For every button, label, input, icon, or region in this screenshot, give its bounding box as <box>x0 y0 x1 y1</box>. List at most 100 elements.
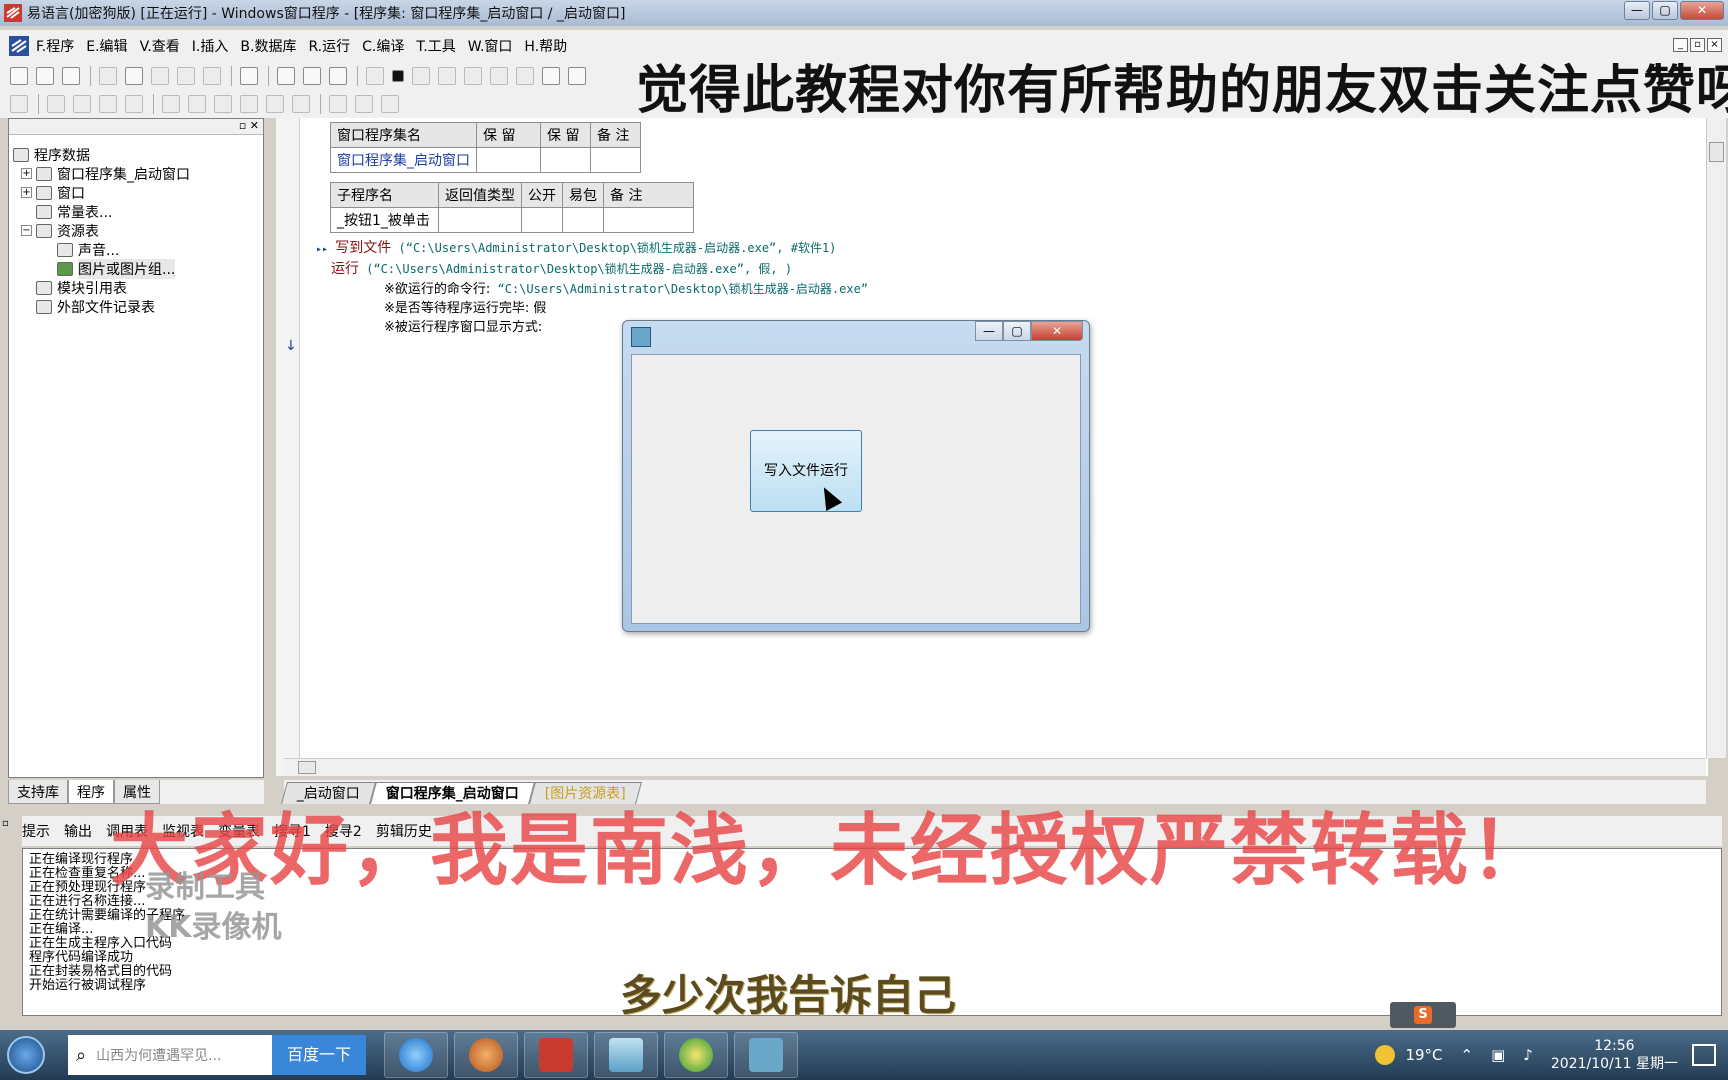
menu-app-icon[interactable] <box>8 35 30 57</box>
undo-icon[interactable] <box>203 67 221 85</box>
taskbar-app-ie[interactable] <box>384 1032 448 1078</box>
tab-program[interactable]: 程序 <box>68 780 114 804</box>
tree-item-pictures[interactable]: 图片或图片组... <box>13 258 190 279</box>
copy-icon[interactable] <box>125 67 143 85</box>
save-icon[interactable] <box>62 67 80 85</box>
table-cell[interactable] <box>540 147 591 173</box>
expand-icon[interactable]: + <box>21 187 32 198</box>
binoculars-icon[interactable] <box>568 67 586 85</box>
cut-icon[interactable] <box>99 67 117 85</box>
table-row[interactable]: 窗口程序集_启动窗口 <box>330 147 641 173</box>
align-top-icon[interactable] <box>99 95 117 113</box>
menu-window[interactable]: W.窗口 <box>468 36 513 56</box>
open-folder-icon[interactable] <box>36 67 54 85</box>
table-cell[interactable]: _按钮1_被单击 <box>330 207 439 233</box>
scroll-thumb[interactable] <box>1709 142 1724 162</box>
write-file-run-button[interactable]: 写入文件运行 <box>750 430 862 512</box>
table-cell[interactable] <box>521 207 563 233</box>
volume-icon[interactable]: ♪ <box>1523 1046 1533 1064</box>
size-both-icon[interactable] <box>381 95 399 113</box>
center-h-icon[interactable] <box>162 95 180 113</box>
dialog-maximize-button[interactable]: ▢ <box>1003 321 1031 341</box>
dialog-close-button[interactable]: ✕ <box>1031 321 1083 341</box>
temperature[interactable]: 19°C <box>1405 1046 1442 1064</box>
center-v-icon[interactable] <box>188 95 206 113</box>
run-icon[interactable] <box>366 67 384 85</box>
align-left-icon[interactable] <box>47 95 65 113</box>
ime-toolbar[interactable]: S <box>1390 1002 1456 1028</box>
collapse-icon[interactable]: − <box>21 225 32 236</box>
redo-icon[interactable] <box>177 67 195 85</box>
tree-root[interactable]: 程序数据 <box>13 145 190 164</box>
menu-program[interactable]: F.程序 <box>36 36 74 56</box>
taskbar-search-box[interactable]: ⌕ 山西为何遭遇罕见... <box>68 1035 272 1075</box>
pin-icon[interactable]: ▫ <box>2 818 16 842</box>
horizontal-scrollbar[interactable] <box>284 758 1706 776</box>
layout-1-icon[interactable] <box>277 67 295 85</box>
space-v-icon[interactable] <box>292 95 310 113</box>
panel-buttons[interactable]: ▫ ✕ <box>239 119 259 132</box>
size-h-icon[interactable] <box>329 95 347 113</box>
find-icon[interactable] <box>240 67 258 85</box>
tab-output[interactable]: 输出 <box>64 821 92 841</box>
tray-expand-icon[interactable]: ⌃ <box>1461 1046 1474 1064</box>
notifications-icon[interactable] <box>1692 1044 1716 1066</box>
tab-support-library[interactable]: 支持库 <box>8 780 68 804</box>
code-line-2[interactable]: 运行 (“C:\Users\Administrator\Desktop\锁机生成… <box>331 258 792 278</box>
table-cell[interactable] <box>603 207 694 233</box>
tree-item-window[interactable]: + 窗口 <box>13 183 190 202</box>
tree-item-constants[interactable]: 常量表... <box>13 202 190 221</box>
layout-2-icon[interactable] <box>303 67 321 85</box>
stop-icon[interactable] <box>392 70 404 82</box>
table-cell[interactable] <box>590 147 641 173</box>
tree-item-module-refs[interactable]: 模块引用表 <box>13 278 190 297</box>
new-file-icon[interactable] <box>10 67 28 85</box>
vertical-scrollbar[interactable] <box>1706 118 1726 758</box>
hand-icon[interactable] <box>542 67 560 85</box>
step-over-icon[interactable] <box>464 67 482 85</box>
minimize-button[interactable]: — <box>1624 1 1650 20</box>
baidu-search-button[interactable]: 百度一下 <box>272 1035 366 1075</box>
menu-insert[interactable]: I.插入 <box>192 36 229 56</box>
tree-item-sound[interactable]: 声音... <box>13 240 190 259</box>
tree-item-resources[interactable]: − 资源表 <box>13 221 190 240</box>
menu-compile[interactable]: C.编译 <box>362 36 404 56</box>
table-row[interactable]: _按钮1_被单击 <box>330 207 694 233</box>
layout-3-icon[interactable] <box>329 67 347 85</box>
menu-help[interactable]: H.帮助 <box>524 36 567 56</box>
sogou-ime-icon[interactable]: S <box>1414 1006 1432 1024</box>
align-bottom-icon[interactable] <box>125 95 143 113</box>
space-h-icon[interactable] <box>266 95 284 113</box>
network-icon[interactable]: ▣ <box>1491 1046 1505 1064</box>
clock[interactable]: 12:56 2021/10/11 星期一 <box>1551 1037 1678 1073</box>
menu-view[interactable]: V.查看 <box>140 36 180 56</box>
same-height-icon[interactable] <box>240 95 258 113</box>
step-into-icon[interactable] <box>438 67 456 85</box>
taskbar-app-running[interactable] <box>734 1032 798 1078</box>
maximize-button[interactable]: ▢ <box>1652 1 1678 20</box>
tree-item-external-files[interactable]: 外部文件记录表 <box>13 297 190 316</box>
taskbar-app-easylang[interactable] <box>524 1032 588 1078</box>
tree-item-assembly[interactable]: + 窗口程序集_启动窗口 <box>13 164 190 183</box>
menu-database[interactable]: B.数据库 <box>240 36 296 56</box>
menu-edit[interactable]: E.编辑 <box>86 36 127 56</box>
close-button[interactable]: ✕ <box>1680 1 1724 20</box>
code-line-1[interactable]: ▸▸ 写到文件 (“C:\Users\Administrator\Desktop… <box>316 237 836 257</box>
taskbar-app-music[interactable] <box>664 1032 728 1078</box>
taskbar-app-media[interactable] <box>454 1032 518 1078</box>
scroll-thumb[interactable] <box>298 761 316 774</box>
menu-tools[interactable]: T.工具 <box>416 36 455 56</box>
taskbar-app-window[interactable] <box>594 1032 658 1078</box>
run-to-cursor-icon[interactable] <box>516 67 534 85</box>
start-button[interactable] <box>0 1030 52 1080</box>
align-right-icon[interactable] <box>73 95 91 113</box>
tab-hint[interactable]: 提示 <box>22 821 50 841</box>
dialog-minimize-button[interactable]: — <box>975 321 1003 341</box>
table-cell[interactable] <box>562 207 604 233</box>
align-grid-icon[interactable] <box>10 95 28 113</box>
expand-icon[interactable]: + <box>21 168 32 179</box>
paste-icon[interactable] <box>151 67 169 85</box>
table-cell[interactable] <box>476 147 541 173</box>
size-v-icon[interactable] <box>355 95 373 113</box>
step-out-icon[interactable] <box>490 67 508 85</box>
